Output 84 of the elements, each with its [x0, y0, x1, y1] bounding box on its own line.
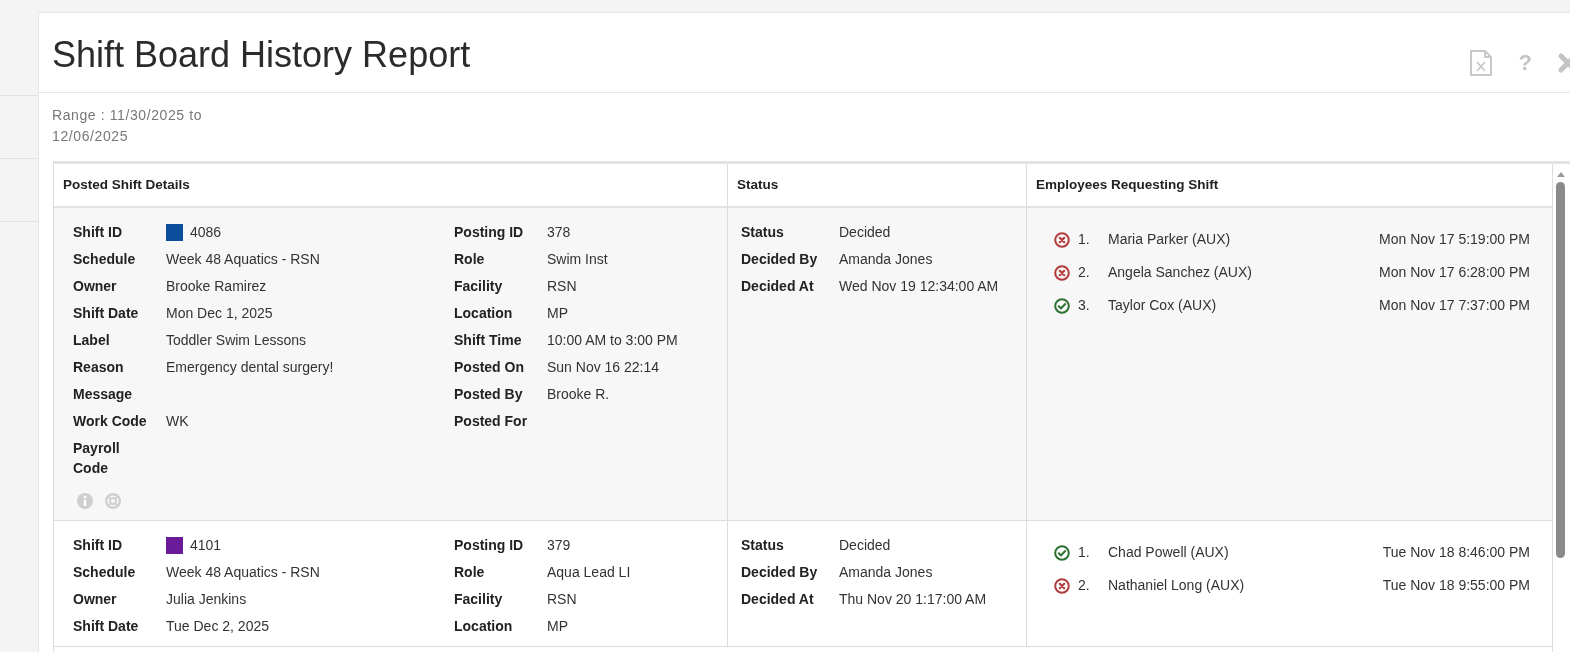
field-label: Posted For: [454, 412, 529, 431]
field-value: 379: [547, 536, 571, 555]
field-value: Mon Dec 1, 2025: [166, 304, 273, 323]
field-label: Reason: [73, 358, 125, 377]
field-label: Owner: [73, 590, 118, 609]
list-number: 1.: [1078, 543, 1091, 560]
field-label: Facility: [454, 277, 504, 296]
field-label: Role: [454, 563, 486, 582]
field-label: Schedule: [73, 563, 137, 582]
field-label: Role: [454, 250, 486, 269]
field-label: Decided At: [741, 277, 815, 296]
field-value: 4101: [190, 536, 222, 555]
field-label: Decided By: [741, 563, 819, 582]
request-time: Tue Nov 18 8:46:00 PM: [1382, 543, 1530, 560]
request-time: Tue Nov 18 9:55:00 PM: [1382, 576, 1530, 593]
field-value: Emergency dental surgery!: [166, 358, 334, 377]
field-value: Amanda Jones: [839, 250, 933, 269]
field-value: RSN: [547, 277, 577, 296]
field-value: Toddler Swim Lessons: [166, 331, 307, 350]
field-label: Owner: [73, 277, 118, 296]
list-number: 1.: [1078, 230, 1091, 247]
list-number: 2.: [1078, 263, 1091, 280]
column-header: Employees Requesting Shift: [1035, 176, 1220, 194]
excel-export-icon[interactable]: [1468, 49, 1493, 76]
close-icon[interactable]: [1558, 52, 1570, 73]
field-label: Label: [73, 331, 111, 350]
employee-name: Maria Parker (AUX): [1108, 230, 1232, 247]
field-value: Brooke Ramirez: [166, 277, 267, 296]
field-value: Week 48 Aquatics - RSN: [166, 563, 320, 582]
field-label: Location: [454, 617, 514, 636]
field-value: Wed Nov 19 12:34:00 AM: [839, 277, 999, 296]
field-value: 10:00 AM to 3:00 PM: [547, 331, 678, 350]
field-label: Shift Date: [73, 617, 140, 636]
field-value: MP: [547, 304, 568, 323]
field-label: Facility: [454, 590, 504, 609]
request-time: Mon Nov 17 7:37:00 PM: [1379, 296, 1530, 313]
field-label: Payroll Code: [73, 439, 121, 478]
field-value: Aqua Lead LI: [547, 563, 631, 582]
field-value: Thu Nov 20 1:17:00 AM: [839, 590, 987, 609]
employee-name: Taylor Cox (AUX): [1108, 296, 1218, 313]
field-value: Week 48 Aquatics - RSN: [166, 250, 320, 269]
date-range: Range : 11/30/2025 to 12/06/2025: [52, 106, 204, 146]
field-label: Posted On: [454, 358, 525, 377]
field-value: Brooke R.: [547, 385, 610, 404]
field-label: Posting ID: [454, 536, 525, 555]
field-label: Work Code: [73, 412, 148, 431]
field-label: Shift Time: [454, 331, 523, 350]
field-label: Shift Date: [73, 304, 140, 323]
field-label: Shift ID: [73, 536, 123, 555]
field-value: Swim Inst: [547, 250, 608, 269]
field-value: Decided: [839, 223, 891, 242]
field-label: Posted By: [454, 385, 524, 404]
help-icon[interactable]: ?: [1518, 51, 1532, 74]
lifebuoy-icon[interactable]: [104, 492, 122, 510]
field-value: 378: [547, 223, 571, 242]
field-label: Location: [454, 304, 514, 323]
list-number: 3.: [1078, 296, 1091, 313]
request-time: Mon Nov 17 6:28:00 PM: [1379, 263, 1530, 280]
field-value: WK: [166, 412, 189, 431]
field-label: Status: [741, 223, 785, 242]
employee-name: Angela Sanchez (AUX): [1108, 263, 1253, 280]
field-label: Schedule: [73, 250, 137, 269]
field-label: Decided At: [741, 590, 815, 609]
field-label: Status: [741, 536, 785, 555]
employee-name: Chad Powell (AUX): [1108, 543, 1230, 560]
field-value: Decided: [839, 536, 891, 555]
field-value: RSN: [547, 590, 577, 609]
field-label: Message: [73, 385, 134, 404]
list-number: 2.: [1078, 576, 1091, 593]
field-label: Posting ID: [454, 223, 525, 242]
field-label: Decided By: [741, 250, 819, 269]
report-title: Shift Board History Report: [52, 32, 472, 76]
field-label: Shift ID: [73, 223, 123, 242]
field-value: MP: [547, 617, 568, 636]
employee-name: Nathaniel Long (AUX): [1108, 576, 1246, 593]
field-value: Tue Dec 2, 2025: [166, 617, 269, 636]
field-value: Amanda Jones: [839, 563, 933, 582]
request-time: Mon Nov 17 5:19:00 PM: [1379, 230, 1530, 247]
field-value: 4086: [190, 223, 222, 242]
info-icon[interactable]: [76, 492, 94, 510]
column-header: Status: [728, 164, 1027, 206]
field-value: Julia Jenkins: [166, 590, 247, 609]
column-header: Posted Shift Details: [54, 164, 728, 206]
field-value: Sun Nov 16 22:14: [547, 358, 660, 377]
